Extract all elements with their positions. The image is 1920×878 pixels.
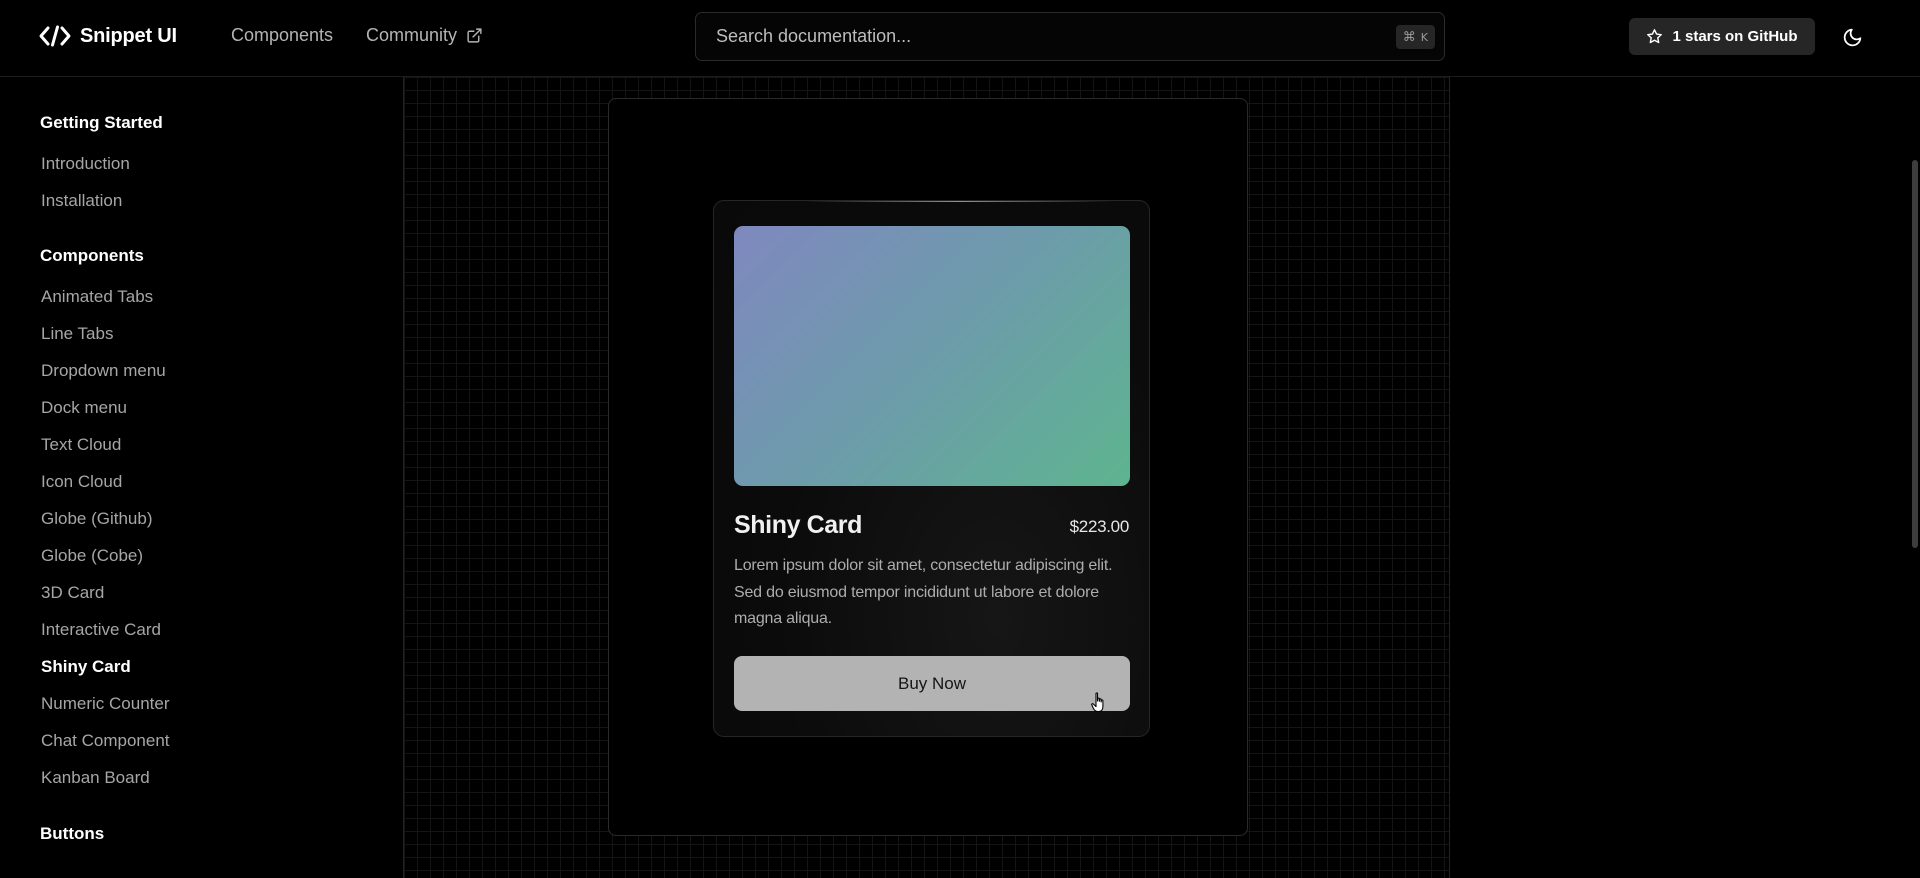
sidebar-item-text-cloud[interactable]: Text Cloud bbox=[41, 435, 121, 455]
card-shine-highlight bbox=[804, 201, 1114, 202]
sidebar-item-kanban-board[interactable]: Kanban Board bbox=[41, 768, 150, 788]
sidebar-section-buttons: Buttons bbox=[40, 824, 105, 843]
sidebar-section-getting-started: Getting Started bbox=[40, 113, 163, 132]
top-header: Snippet UI Components Community ⌘ K 1 st… bbox=[0, 0, 1920, 77]
shiny-card[interactable]: Shiny Card $223.00 Lorem ipsum dolor sit… bbox=[713, 200, 1150, 737]
nav-components-link[interactable]: Components bbox=[231, 25, 333, 46]
sidebar-item-line-tabs[interactable]: Line Tabs bbox=[41, 324, 113, 344]
sidebar-item-introduction[interactable]: Introduction bbox=[41, 154, 130, 174]
star-icon bbox=[1647, 29, 1663, 44]
card-price: $223.00 bbox=[1069, 517, 1130, 536]
command-key-icon: ⌘ bbox=[1402, 29, 1416, 45]
sidebar-item-animated-tabs[interactable]: Animated Tabs bbox=[41, 287, 153, 307]
card-description: Lorem ipsum dolor sit amet, consectetur … bbox=[734, 557, 1113, 627]
hand-pointer-cursor-icon bbox=[1091, 692, 1104, 713]
github-stars-button[interactable]: 1 stars on GitHub bbox=[1629, 18, 1815, 55]
brand-logo-link[interactable]: Snippet UI bbox=[39, 23, 177, 49]
code-brackets-icon bbox=[39, 25, 71, 47]
card-title: Shiny Card bbox=[734, 511, 862, 539]
sidebar-item-installation[interactable]: Installation bbox=[41, 191, 122, 211]
card-gradient-image bbox=[734, 226, 1130, 486]
buy-now-button[interactable]: Buy Now bbox=[734, 656, 1130, 711]
nav-components-label: Components bbox=[231, 25, 334, 45]
search-input[interactable] bbox=[716, 13, 1356, 60]
github-stars-label: 1 stars on GitHub bbox=[1672, 28, 1798, 45]
sidebar-item-interactive-card[interactable]: Interactive Card bbox=[41, 620, 161, 640]
external-link-icon bbox=[467, 28, 482, 43]
sidebar-item-dropdown-menu[interactable]: Dropdown menu bbox=[41, 361, 166, 381]
preview-frame: Shiny Card $223.00 Lorem ipsum dolor sit… bbox=[608, 98, 1248, 836]
shortcut-key: K bbox=[1420, 30, 1428, 44]
sidebar-item-icon-cloud[interactable]: Icon Cloud bbox=[41, 472, 122, 492]
sidebar-item-chat-component[interactable]: Chat Component bbox=[41, 731, 170, 751]
sidebar-nav: Getting Started Introduction Installatio… bbox=[0, 77, 403, 878]
page-scrollbar[interactable] bbox=[1912, 160, 1918, 548]
nav-community-label: Community bbox=[366, 25, 458, 45]
search-bar[interactable]: ⌘ K bbox=[695, 12, 1445, 61]
sidebar-section-components: Components bbox=[40, 246, 144, 265]
sidebar-item-shiny-card[interactable]: Shiny Card bbox=[41, 657, 131, 677]
brand-name: Snippet UI bbox=[80, 24, 177, 47]
component-preview-area: Shiny Card $223.00 Lorem ipsum dolor sit… bbox=[403, 77, 1450, 878]
sidebar-item-globe-github[interactable]: Globe (Github) bbox=[41, 509, 153, 529]
sidebar-item-numeric-counter[interactable]: Numeric Counter bbox=[41, 694, 170, 714]
sidebar-item-dock-menu[interactable]: Dock menu bbox=[41, 398, 127, 418]
nav-community-link[interactable]: Community bbox=[366, 25, 483, 46]
theme-toggle-button[interactable] bbox=[1838, 23, 1866, 51]
search-shortcut-badge: ⌘ K bbox=[1395, 25, 1435, 49]
sidebar-item-3d-card[interactable]: 3D Card bbox=[41, 583, 104, 603]
moon-icon bbox=[1843, 28, 1861, 46]
sidebar-item-globe-cobe[interactable]: Globe (Cobe) bbox=[41, 546, 143, 566]
